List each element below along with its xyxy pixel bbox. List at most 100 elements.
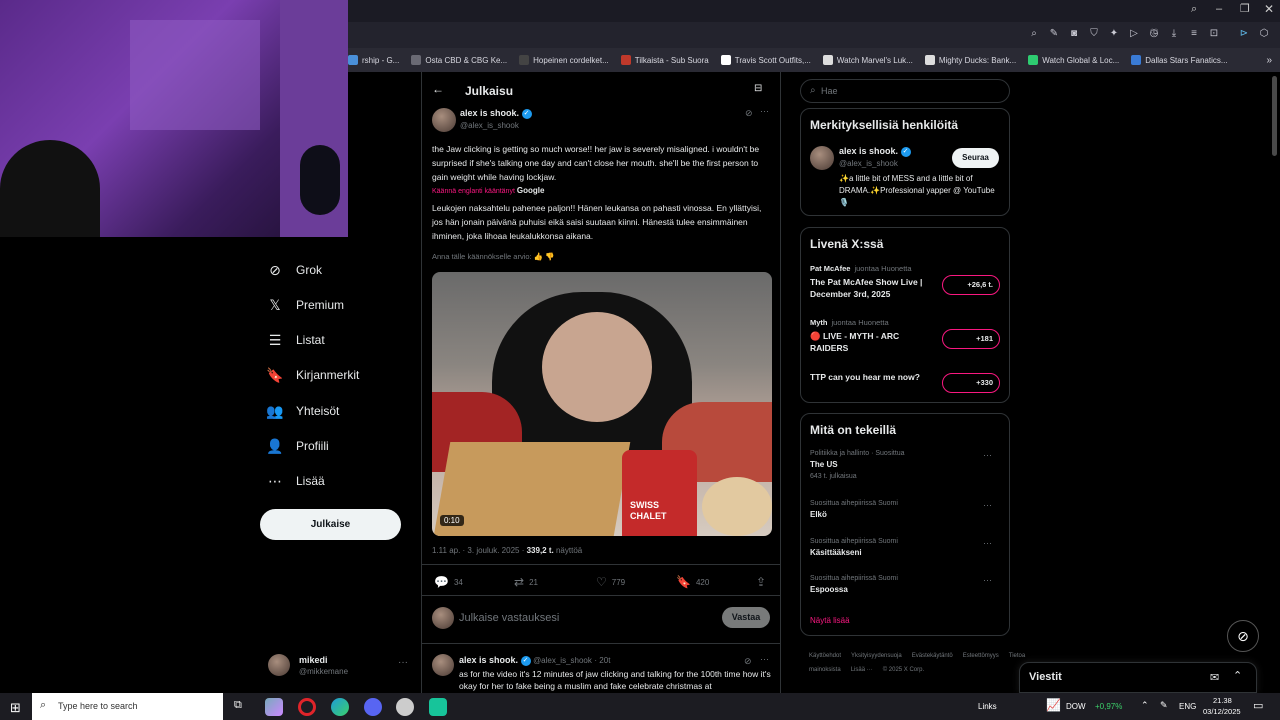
stock-name[interactable]: DOW: [1066, 702, 1086, 711]
bookmarks-overflow-icon[interactable]: »: [1266, 55, 1272, 66]
footer-link[interactable]: © 2025 X Corp.: [883, 667, 924, 673]
play-icon[interactable]: ▷: [1128, 28, 1140, 40]
footer-link[interactable]: Lisää ···: [851, 667, 873, 673]
bookmark-item[interactable]: Dallas Stars Fanatics...: [1131, 55, 1228, 65]
app-icon[interactable]: [429, 698, 447, 716]
more-icon[interactable]: ···: [760, 654, 769, 664]
person-handle[interactable]: @alex_is_shook: [839, 159, 898, 168]
discord-icon[interactable]: [364, 698, 382, 716]
more-icon[interactable]: ···: [983, 538, 992, 548]
back-arrow-icon[interactable]: ←: [432, 82, 444, 96]
messages-drawer[interactable]: Viestit ✉ ⌃: [1019, 662, 1257, 693]
shield-icon[interactable]: ⛉: [1088, 28, 1100, 40]
reply-input[interactable]: Julkaise vastauksesi: [459, 612, 559, 624]
reply-time[interactable]: · 20t: [594, 656, 610, 665]
thumbs-down-icon[interactable]: 👎: [545, 252, 554, 261]
language-indicator[interactable]: ENG: [1179, 702, 1196, 711]
author-handle[interactable]: @alex_is_shook: [460, 121, 519, 130]
reply-author-name[interactable]: alex is shook.: [459, 655, 518, 665]
bookmark-item[interactable]: Mighty Ducks: Bank...: [924, 55, 1016, 65]
extension-icon[interactable]: ✦: [1108, 28, 1120, 40]
nav-item-premium[interactable]: 𝕏 Premium: [266, 296, 344, 314]
footer-link[interactable]: Esteettömyys: [963, 653, 999, 659]
avatar[interactable]: [810, 146, 834, 170]
reply-author-handle[interactable]: @alex_is_shook: [533, 656, 592, 665]
grok-icon[interactable]: ⊘: [745, 108, 753, 119]
trend-item[interactable]: Politiikka ja hallinto · Suosittua The US…: [810, 450, 1002, 484]
bookmark-item[interactable]: rship - G...: [348, 55, 399, 65]
search-box[interactable]: ⌕ Hae: [800, 79, 1010, 103]
live-item[interactable]: Myth juontaa Huonetta 🔴 LIVE - MYTH - ARC …: [810, 318, 1002, 358]
reply-button[interactable]: Vastaa: [722, 607, 770, 628]
bookmark-item[interactable]: Hopeinen cordelket...: [519, 55, 609, 65]
reader-icon[interactable]: ⊟: [754, 83, 762, 94]
chevron-up-icon[interactable]: ⌃: [1141, 700, 1149, 711]
translation-label[interactable]: Käännä englanti kääntänyt: [432, 188, 515, 195]
search-page-icon[interactable]: ⌕: [1028, 28, 1040, 40]
nav-item-kirjanmerkit[interactable]: 🔖 Kirjanmerkit: [266, 366, 359, 384]
grok-icon[interactable]: ⊘: [744, 656, 752, 667]
bookmark-item[interactable]: Watch Marvel's Luk...: [822, 55, 913, 65]
clock-date[interactable]: 03/12/2025: [1203, 707, 1241, 716]
author-name[interactable]: alex is shook.: [460, 108, 519, 118]
scrollbar[interactable]: [1272, 76, 1277, 156]
nav-item-yhteisöt[interactable]: 👥 Yhteisöt: [266, 402, 339, 420]
edge-icon[interactable]: [331, 698, 349, 716]
live-item[interactable]: Pat McAfee juontaa Huonetta The Pat McAfee…: [810, 264, 1002, 304]
thumbs-up-icon[interactable]: 👍: [534, 252, 543, 261]
compose-message-icon[interactable]: ✉: [1210, 671, 1219, 684]
taskbar-search[interactable]: ⌕ Type here to search: [32, 693, 223, 720]
pen-icon[interactable]: ✎: [1160, 700, 1168, 711]
download-icon[interactable]: ⤓: [1168, 28, 1180, 40]
follow-button[interactable]: Seuraa: [952, 148, 999, 168]
heart-icon[interactable]: ♡: [1148, 28, 1160, 40]
links-toolbar[interactable]: Links: [978, 702, 997, 711]
post-video[interactable]: SWISS CHALET 0:10: [432, 272, 772, 536]
cube-icon[interactable]: ⬡: [1258, 28, 1270, 40]
close-button[interactable]: ✕: [1264, 2, 1274, 16]
clock-time[interactable]: 21.38: [1213, 696, 1232, 705]
like-action[interactable]: ♡ 779: [596, 575, 625, 589]
nav-item-profiili[interactable]: 👤 Profiili: [266, 437, 328, 455]
bookmark-item[interactable]: Tilkaista - Sub Suora: [620, 55, 709, 65]
more-icon[interactable]: ···: [983, 575, 992, 585]
show-more-link[interactable]: Näytä lisää: [810, 616, 850, 625]
app-icon[interactable]: [265, 698, 283, 716]
avatar[interactable]: [432, 108, 456, 132]
wallet-icon[interactable]: ⊡: [1208, 28, 1220, 40]
nav-item-grok[interactable]: ⊘ Grok: [266, 261, 322, 279]
maximize-button[interactable]: ❐: [1240, 2, 1250, 15]
nav-item-listat[interactable]: ☰ Listat: [266, 331, 325, 349]
more-icon[interactable]: ···: [983, 450, 992, 460]
opera-icon[interactable]: [298, 698, 316, 716]
footer-link[interactable]: Yksityisyydensuoja: [851, 653, 902, 659]
bookmark-item[interactable]: Watch Global & Loc...: [1028, 55, 1119, 65]
repost-action[interactable]: ⇄ 21: [514, 575, 538, 589]
post-button[interactable]: Julkaise: [260, 509, 401, 540]
trend-item[interactable]: Suosittua aihepiirissä Suomi Espoossa ···: [810, 575, 1002, 609]
trend-item[interactable]: Suosittua aihepiirissä Suomi Käsittääksen…: [810, 538, 1002, 572]
account-switcher[interactable]: mikedi @mikkemane ···: [268, 652, 413, 682]
avatar[interactable]: [432, 654, 454, 676]
more-icon[interactable]: ···: [983, 500, 992, 510]
menu-icon[interactable]: ≡: [1188, 28, 1200, 40]
taskbar-search-input[interactable]: Type here to search: [58, 701, 138, 711]
live-item[interactable]: TTP can you hear me now? +330: [810, 371, 1002, 411]
windows-start-icon[interactable]: ⊞: [10, 700, 21, 716]
minimize-button[interactable]: –: [1216, 3, 1222, 15]
edit-icon[interactable]: ✎: [1048, 28, 1060, 40]
post-timestamp[interactable]: 1.11 ap. · 3. jouluk. 2025 ·: [432, 546, 524, 555]
more-icon[interactable]: ···: [398, 657, 408, 668]
trend-item[interactable]: Suosittua aihepiirissä Suomi Elkö ···: [810, 500, 1002, 534]
search-icon[interactable]: ⌕: [1191, 3, 1197, 16]
share-action[interactable]: ⇪: [756, 575, 771, 589]
app-icon[interactable]: [396, 698, 414, 716]
more-icon[interactable]: ···: [760, 106, 769, 116]
expand-icon[interactable]: ⌃: [1233, 669, 1242, 682]
person-name[interactable]: alex is shook.: [839, 146, 898, 156]
grok-floating-button[interactable]: ⊘: [1227, 620, 1259, 652]
search-input[interactable]: Hae: [821, 86, 838, 96]
bookmark-item[interactable]: Osta CBD & CBG Ke...: [411, 55, 507, 65]
notifications-icon[interactable]: ▭: [1253, 699, 1263, 712]
bookmark-action[interactable]: 🔖 420: [676, 575, 709, 589]
